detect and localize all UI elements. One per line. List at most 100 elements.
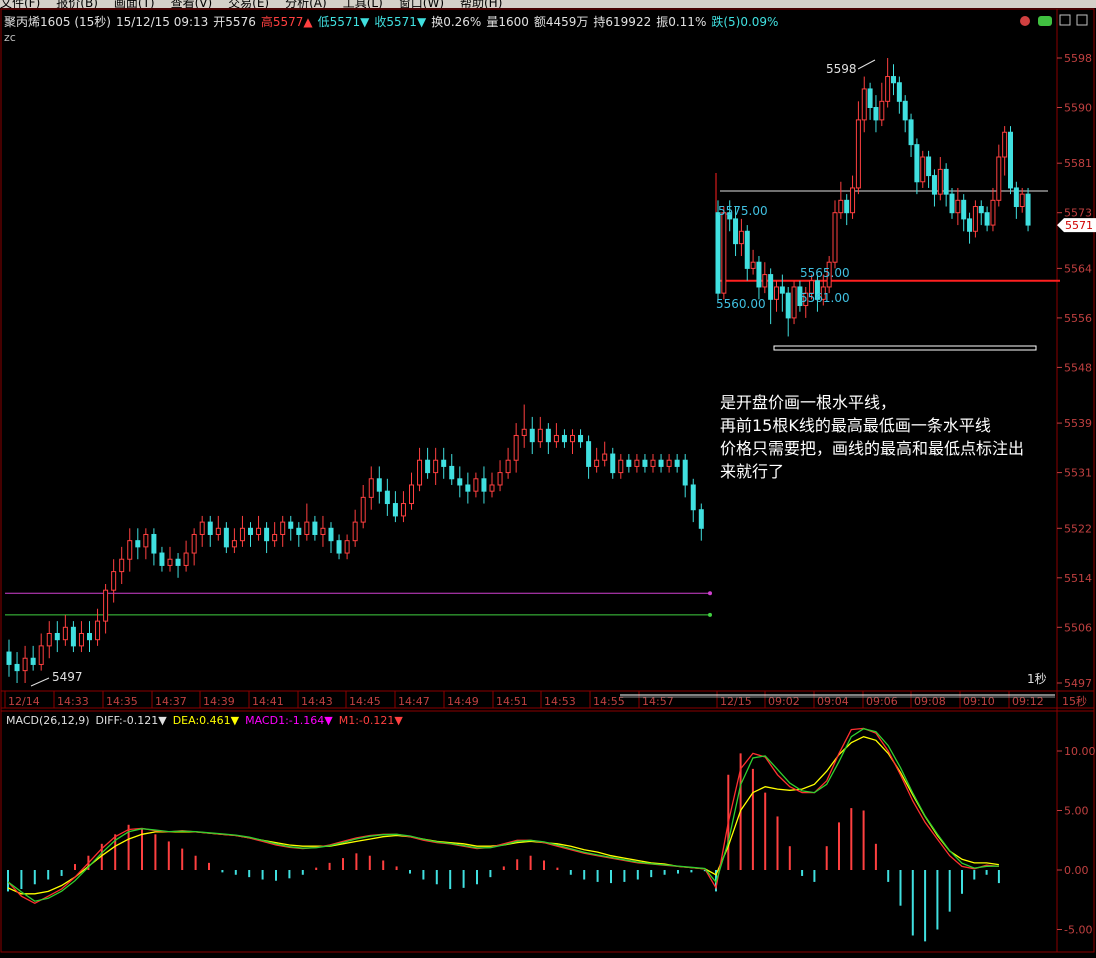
header-field: 换0.26% <box>431 15 481 29</box>
candle-body <box>545 428 551 443</box>
candle-body <box>931 175 937 195</box>
candle-body <box>207 521 213 535</box>
candle-body <box>978 206 984 214</box>
candle-body <box>879 100 885 121</box>
purple-line-end <box>708 591 712 596</box>
candle-body <box>87 632 92 641</box>
candle-body <box>791 286 797 319</box>
candle-body <box>296 527 302 535</box>
candle-body <box>111 571 117 591</box>
header-field: 低5571▼ <box>318 15 371 29</box>
time-tick-label: 14:49 <box>447 695 479 708</box>
candle-body <box>602 453 608 461</box>
candle-body <box>832 212 838 263</box>
candle-body <box>199 521 205 535</box>
candle-body <box>256 527 262 535</box>
candle-body <box>376 478 382 492</box>
candle-body <box>626 459 632 467</box>
menu-item[interactable]: 交易(E) <box>228 0 269 8</box>
candle-body <box>368 478 374 498</box>
candle-body <box>914 144 920 183</box>
candles <box>6 58 1031 683</box>
macd-legend: DIFF:-0.121▼ <box>96 714 168 727</box>
chart-canvas: 聚丙烯1605 (15秒) 15/12/15 09:13 开5576 高5577▲ 低5… <box>0 8 1096 953</box>
candle-body <box>167 558 173 566</box>
candle-body <box>344 540 350 554</box>
candle-body <box>392 503 398 517</box>
candle-body <box>239 527 245 542</box>
high-leader <box>857 59 876 70</box>
candle-body <box>721 212 727 294</box>
candle-body <box>441 459 447 467</box>
macd-legend: M1:-0.121▼ <box>339 714 404 727</box>
menu-item[interactable]: 帮助(H) <box>460 0 502 8</box>
candle-body <box>850 187 856 214</box>
candle-body <box>867 88 873 109</box>
candle-body <box>22 657 28 672</box>
menu-item[interactable]: 工具(L) <box>343 0 383 8</box>
candle-body <box>570 434 575 443</box>
candle-body <box>30 657 36 665</box>
time-axis: 12/14 14:33 14:35 14:37 14:39 14:41 14:43 14:45… <box>4 691 1087 708</box>
chart-header: 聚丙烯1605 (15秒) 15/12/15 09:13 开5576 高5577▲ 低5… <box>4 14 1088 44</box>
menu-item[interactable]: 画面(T) <box>114 0 155 8</box>
note-text: 是开盘价画一根水平线， <box>720 393 896 412</box>
candle-body <box>215 527 221 535</box>
menu-item[interactable]: 文件(F) <box>0 0 40 8</box>
time-tick-label: 14:35 <box>106 695 138 708</box>
candle-body <box>489 484 495 492</box>
note-text: 再前15根K线的最高最低画一条水平线 <box>720 416 991 435</box>
candle-body <box>304 521 310 535</box>
macd-tick-label: -5.00 <box>1064 924 1092 937</box>
menu-item[interactable]: 报价(B) <box>56 0 98 8</box>
header-field: 额4459万 <box>534 15 589 29</box>
time-tick-label: 14:39 <box>203 695 235 708</box>
macd-panel: MACD(26,12,9) DIFF:-0.121▼ DEA:0.461▼ MACD1… <box>6 714 1096 942</box>
candle-body <box>972 206 978 232</box>
candle-body <box>288 521 294 529</box>
time-tick-label: 14:53 <box>544 695 576 708</box>
price-tick-label: 5590 <box>1064 102 1092 115</box>
price-tick-label: 5598 <box>1064 52 1092 65</box>
macd-legend: MACD(26,12,9) <box>6 714 90 727</box>
low-leader <box>30 677 50 687</box>
candle-body <box>891 76 896 84</box>
header-field: 振0.11% <box>656 15 706 29</box>
candle-body <box>425 459 431 474</box>
macd-legend: DEA:0.461▼ <box>173 714 240 727</box>
candle-body <box>320 527 326 535</box>
menu-item[interactable]: 窗口(W) <box>399 0 444 8</box>
price-tick-label: 5522 <box>1064 522 1092 535</box>
candle-body <box>505 459 511 474</box>
candle-body <box>634 459 640 467</box>
candle-body <box>312 521 318 535</box>
macd-tick-label: 0.00 <box>1064 864 1089 877</box>
candle-body <box>1025 193 1031 226</box>
price-tick-label: 5539 <box>1064 417 1092 430</box>
settings-icon <box>1020 16 1030 26</box>
candle-body <box>465 484 471 492</box>
candle-body <box>449 465 455 480</box>
menu-item[interactable]: 查看(V) <box>171 0 213 8</box>
time-tick-label: 14:55 <box>593 695 625 708</box>
candle-body <box>248 527 253 535</box>
maximize-icon <box>1076 14 1088 26</box>
header-field: 跌(5)0.09% <box>711 14 778 29</box>
candle-body <box>70 626 76 647</box>
candle-body <box>38 645 44 665</box>
macd-tick-label: 10.00 <box>1064 745 1096 758</box>
candle-body <box>54 632 60 641</box>
menu-item[interactable]: 分析(A) <box>285 0 327 8</box>
price-tick-label: 5506 <box>1064 621 1092 634</box>
candle-body <box>990 199 996 226</box>
time-tick-label: 14:43 <box>301 695 333 708</box>
high-label: 5598 <box>826 62 857 76</box>
candle-body <box>352 521 358 542</box>
candle-body <box>553 434 559 443</box>
range-bottom-box <box>773 345 1037 351</box>
dea-line <box>7 736 999 895</box>
annotations: 5598 5497 5575.00 5565.00 5561.00 5560.00 是开盘价… <box>30 59 1047 687</box>
candle-body <box>578 434 584 443</box>
header-field: 开5576 <box>213 15 256 29</box>
candle-body <box>103 589 109 622</box>
